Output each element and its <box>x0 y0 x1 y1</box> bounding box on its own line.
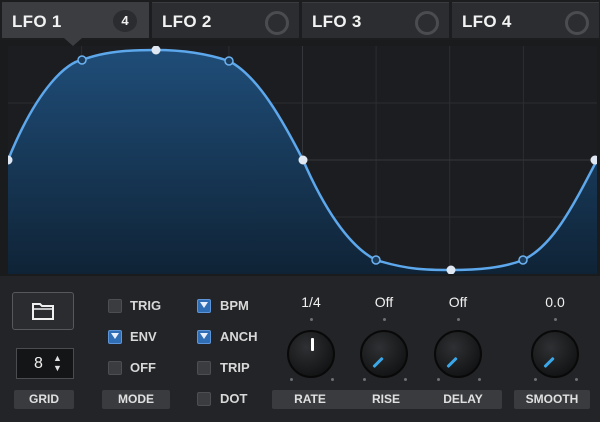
knob-indicator <box>372 356 384 369</box>
load-shape-button[interactable] <box>12 292 74 330</box>
tick-dot <box>575 378 578 381</box>
knob-indicator <box>446 356 458 369</box>
tab-lfo-3[interactable]: LFO 3 <box>302 2 449 38</box>
delay-label: DELAY <box>443 392 483 406</box>
trig-checkbox[interactable] <box>108 299 122 313</box>
curve-node[interactable] <box>298 155 308 165</box>
env-checkbox[interactable] <box>108 330 122 344</box>
tab-lfo-2[interactable]: LFO 2 <box>152 2 299 38</box>
trip-checkbox[interactable] <box>197 361 211 375</box>
lfo-tab-bar: LFO 1 4 LFO 2 LFO 3 LFO 4 <box>0 0 600 40</box>
rate-value: 1/4 <box>301 294 321 310</box>
tab-lfo-1[interactable]: LFO 1 4 <box>2 2 149 38</box>
stepper-arrows-icon[interactable]: ▲ ▼ <box>53 353 62 373</box>
curve-handle[interactable] <box>371 255 381 265</box>
tick-dot <box>534 378 537 381</box>
rate-label: RATE <box>294 392 326 406</box>
rise-label: RISE <box>371 392 400 406</box>
tick-dot <box>437 378 440 381</box>
smooth-value: 0.0 <box>545 294 565 310</box>
anch-checkbox[interactable] <box>197 330 211 344</box>
trig-label: TRIG <box>130 298 162 313</box>
smooth-label: SMOOTH <box>514 390 590 409</box>
grid-value: 8 <box>34 355 43 372</box>
rise-knob[interactable] <box>360 330 408 378</box>
tick-dot <box>310 318 313 321</box>
rate-knob[interactable] <box>287 330 335 378</box>
lfo-shape-editor[interactable] <box>8 46 597 274</box>
folder-icon <box>32 303 54 320</box>
tab-lfo-4[interactable]: LFO 4 <box>452 2 599 38</box>
ring-icon <box>265 11 289 35</box>
tick-dot <box>331 378 334 381</box>
tick-dot <box>457 318 460 321</box>
tick-dot <box>554 318 557 321</box>
smooth-knob[interactable] <box>531 330 579 378</box>
dot-label: DOT <box>220 391 248 406</box>
env-label: ENV <box>130 329 157 344</box>
rise-value: Off <box>374 294 394 310</box>
tab-label: LFO 1 <box>12 12 62 31</box>
delay-value: Off <box>448 294 468 310</box>
curve-handle[interactable] <box>77 55 87 65</box>
tab-label: LFO 4 <box>462 12 512 31</box>
tab-label: LFO 3 <box>312 12 362 31</box>
curve-handle[interactable] <box>518 255 528 265</box>
curve-handle[interactable] <box>224 56 234 66</box>
delay-knob[interactable] <box>434 330 482 378</box>
ring-icon <box>415 11 439 35</box>
tick-dot <box>290 378 293 381</box>
tick-dot <box>404 378 407 381</box>
anch-label: ANCH <box>220 329 258 344</box>
bpm-checkbox[interactable] <box>197 299 211 313</box>
lfo-count-badge: 4 <box>113 10 137 32</box>
tick-dot <box>383 318 386 321</box>
tick-dot <box>478 378 481 381</box>
off-label: OFF <box>130 360 156 375</box>
active-tab-pointer-icon <box>64 38 82 46</box>
off-checkbox[interactable] <box>108 361 122 375</box>
tick-dot <box>363 378 366 381</box>
knob-indicator <box>311 338 314 351</box>
knob-indicator <box>543 356 555 369</box>
bpm-label: BPM <box>220 298 249 313</box>
trip-label: TRIP <box>220 360 250 375</box>
knob-label-bar: RATE RISE DELAY <box>272 390 502 409</box>
grid-stepper[interactable]: 8 ▲ ▼ <box>16 348 74 379</box>
dot-checkbox[interactable] <box>197 392 211 406</box>
grid-label: GRID <box>14 390 74 409</box>
mode-label: MODE <box>102 390 170 409</box>
ring-icon <box>565 11 589 35</box>
tab-label: LFO 2 <box>162 12 212 31</box>
